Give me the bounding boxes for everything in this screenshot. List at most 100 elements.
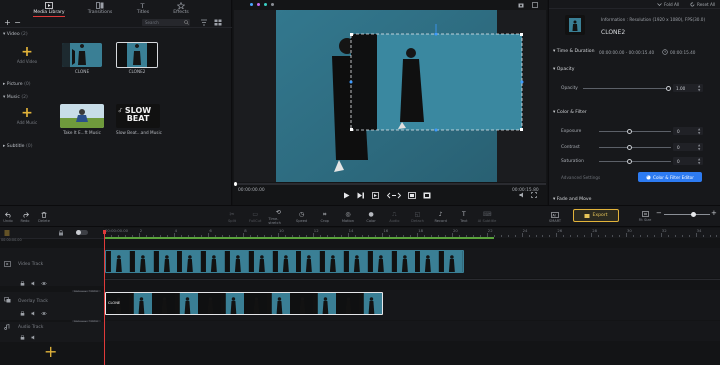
fold-all-button[interactable]: Fold All — [664, 2, 679, 7]
tool-record-button[interactable]: ♪ Record — [431, 207, 451, 227]
reset-all-button[interactable]: Reset All — [697, 2, 715, 7]
category-picture[interactable]: ▸ Picture (0) — [3, 82, 31, 87]
delete-button[interactable]: Delete — [34, 207, 54, 227]
stop-icon[interactable] — [372, 192, 380, 199]
add-media-icon[interactable]: + — [4, 18, 11, 27]
tool-audio-button[interactable]: ⎍ Audio — [384, 207, 404, 227]
fold-icon[interactable] — [657, 2, 662, 7]
tool-color-button[interactable]: ● Color — [361, 207, 381, 227]
section-color-filter[interactable]: ▾ Color & Filter — [553, 110, 587, 115]
preview-progress-bar[interactable] — [234, 182, 546, 186]
magnet-toggle[interactable] — [76, 230, 88, 235]
redo-button[interactable]: Redo — [15, 207, 35, 227]
tool-crop-button[interactable]: ⌗ Crop — [315, 207, 335, 227]
lock-icon[interactable] — [20, 311, 25, 316]
camera-icon[interactable] — [518, 2, 524, 8]
category-subtitle[interactable]: ▸ Subtitle (0) — [3, 144, 33, 149]
add-track-icon[interactable] — [4, 230, 10, 236]
loop-icon[interactable] — [387, 192, 401, 199]
section-opacity[interactable]: ▾ Opacity — [553, 67, 574, 72]
section-time-duration[interactable]: ▾ Time & Duration — [553, 49, 594, 54]
preview-canvas[interactable] — [234, 10, 546, 182]
volume-icon[interactable] — [519, 192, 525, 198]
advanced-settings-link[interactable]: Advanced Settings — [561, 175, 600, 180]
speaker-icon[interactable] — [31, 311, 36, 316]
contrast-value: 0 — [677, 144, 680, 150]
add-track-plus-icon[interactable]: + — [44, 344, 57, 360]
opacity-slider-knob[interactable] — [666, 86, 671, 91]
exposure-stepper-icon[interactable]: ▲ ▼ — [698, 127, 700, 135]
eye-icon[interactable] — [41, 281, 47, 286]
speaker-icon[interactable] — [31, 335, 36, 340]
add-video-button[interactable]: + Add Video — [7, 45, 47, 70]
overlay-clip[interactable]: CLONE — [105, 292, 383, 315]
lock-icon[interactable] — [20, 335, 25, 340]
category-music[interactable]: ▾ Music (2) — [3, 95, 28, 100]
contrast-stepper-icon[interactable]: ▲ ▼ — [698, 143, 700, 151]
music-thumb-take-it-easy[interactable] — [60, 104, 104, 128]
zoom-slider[interactable] — [664, 211, 710, 217]
next-frame-icon[interactable] — [357, 192, 365, 199]
playhead-line[interactable] — [104, 230, 105, 365]
search-input[interactable]: Search — [142, 19, 190, 26]
saturation-stepper-icon[interactable]: ▲ ▼ — [698, 157, 700, 165]
progress-knob[interactable] — [234, 182, 237, 186]
tool-time-stretch-button[interactable]: ⟲ Time-stretch — [268, 207, 288, 227]
reset-icon[interactable] — [690, 2, 695, 7]
grid-view-icon[interactable] — [214, 19, 222, 28]
tool-ai-subtitle-button[interactable]: ⌨ AI Subtitle — [477, 207, 497, 227]
zoom-in-icon[interactable]: + — [711, 210, 717, 217]
clip-frame — [175, 293, 198, 314]
tab-effects[interactable]: Effects — [161, 0, 201, 17]
zoom-out-icon[interactable]: − — [656, 210, 662, 217]
smart-button[interactable]: AI SMART — [545, 207, 565, 227]
search-icon[interactable] — [184, 20, 189, 27]
tool-fullcut-button[interactable]: ▭ FullCut — [245, 207, 265, 227]
popout-icon[interactable] — [532, 2, 538, 8]
work-area-bar[interactable] — [104, 237, 494, 239]
tool-detach-button[interactable]: ◱ Detach — [408, 207, 428, 227]
tool-split-button[interactable]: ✂ Split — [222, 207, 242, 227]
video-thumb-clone2[interactable] — [116, 42, 158, 68]
music-thumb-slow-beat[interactable]: SLOW BEAT — [116, 104, 160, 128]
tab-media-library[interactable]: Media Library — [29, 0, 69, 17]
contrast-slider-knob[interactable] — [627, 145, 632, 150]
saturation-label: Saturation — [561, 159, 584, 164]
tab-titles[interactable]: T Titles — [123, 0, 163, 17]
add-music-button[interactable]: + Add Music — [7, 106, 47, 131]
overlay-track-lane[interactable]: CLONE — [104, 290, 720, 320]
video-thumb-clone[interactable] — [62, 43, 102, 67]
expand-icon[interactable] — [531, 192, 537, 198]
fullscreen-icon[interactable] — [423, 192, 431, 199]
lock-icon[interactable] — [58, 230, 64, 236]
category-video[interactable]: ▾ Video (2) — [3, 32, 28, 37]
snapshot-icon[interactable] — [408, 192, 416, 199]
zoom-slider-knob[interactable] — [691, 211, 696, 217]
exposure-slider[interactable] — [599, 129, 671, 134]
video-track-lane[interactable] — [104, 248, 720, 278]
section-fade-move[interactable]: ▾ Fade and Move — [553, 197, 591, 202]
playhead-handle[interactable] — [103, 230, 106, 234]
audio-track-lane[interactable] — [104, 321, 720, 341]
saturation-slider-knob[interactable] — [627, 159, 632, 164]
contrast-slider[interactable] — [599, 145, 671, 150]
speaker-icon[interactable] — [31, 281, 36, 286]
video-clip[interactable] — [105, 250, 464, 273]
fit-size-button[interactable]: Fit Size — [635, 206, 655, 226]
duration-value[interactable]: 00:00:15.40 — [670, 50, 695, 55]
tool-text-button[interactable]: T Text — [454, 207, 474, 227]
sort-icon[interactable] — [200, 19, 208, 28]
export-button[interactable]: Export — [573, 209, 619, 222]
play-icon[interactable] — [343, 192, 350, 199]
opacity-slider[interactable] — [583, 86, 671, 91]
opacity-stepper-icon[interactable]: ▲ ▼ — [698, 84, 700, 92]
eye-icon[interactable] — [41, 311, 47, 316]
tool-motion-button[interactable]: ◎ Motion — [338, 207, 358, 227]
exposure-slider-knob[interactable] — [627, 129, 632, 134]
color-filter-editor-button[interactable]: Color & Filter Editor — [638, 172, 702, 182]
lock-icon[interactable] — [20, 281, 25, 286]
saturation-slider[interactable] — [599, 159, 671, 164]
tool-speed-button[interactable]: ◷ Speed — [292, 207, 312, 227]
remove-media-icon[interactable]: − — [14, 18, 21, 27]
tab-transitions[interactable]: Transitions — [80, 0, 120, 17]
